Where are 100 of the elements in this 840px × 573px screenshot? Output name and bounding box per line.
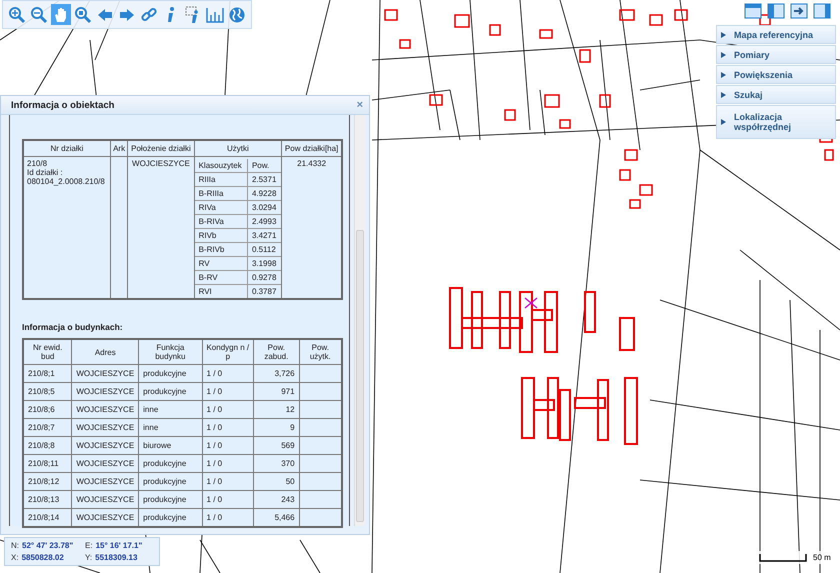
coordinate-label: Y: xyxy=(85,553,92,562)
table-cell: WOJCIESZYCE xyxy=(132,159,190,168)
section-heading: Informacja o budynkach: xyxy=(22,322,124,332)
coordinate-label: X: xyxy=(11,553,19,562)
table-cell: 210/8;6 xyxy=(28,405,55,414)
panel-title: Informacja o obiektach xyxy=(11,100,114,110)
table-cell: RIVa xyxy=(194,200,248,214)
column-header: Użytki xyxy=(194,140,282,156)
table-cell: 1 / 0 xyxy=(206,369,222,378)
magnifier-icon xyxy=(74,6,92,24)
table-cell: WOJCIESZYCE xyxy=(76,495,134,504)
triangle-icon xyxy=(721,32,726,38)
table-cell: 1 / 0 xyxy=(206,441,222,450)
table-cell: 210/8;8 xyxy=(28,441,55,450)
coordinate-value: 5518309.13 xyxy=(95,553,138,562)
coordinate-label: E: xyxy=(85,541,93,550)
side-menu-item[interactable]: Mapa referencyjna xyxy=(716,25,836,44)
table-cell: 569 xyxy=(281,441,295,450)
table-cell: 370 xyxy=(281,459,295,468)
side-menu-item[interactable]: Pomiary xyxy=(716,45,836,64)
parcel-id-label: Id działki : xyxy=(27,168,64,177)
column-header: Położenie działki xyxy=(128,140,194,156)
chain-link-icon xyxy=(140,6,158,24)
column-header: Adres xyxy=(72,339,139,364)
table-cell: RIVb xyxy=(194,228,248,242)
table-cell: inne xyxy=(143,405,158,414)
zoom-box-tool-button[interactable] xyxy=(73,4,93,25)
table-cell: 2.4993 xyxy=(247,214,282,228)
side-menu-item[interactable]: Szukaj xyxy=(716,85,836,104)
table-cell: produkcyjne xyxy=(143,459,186,468)
scrollbar-thumb[interactable] xyxy=(356,230,364,522)
table-cell: 243 xyxy=(281,495,295,504)
column-header: Ark xyxy=(110,140,128,156)
column-header: Klasouzytek xyxy=(194,159,248,172)
table-cell: 5,466 xyxy=(274,513,295,522)
column-header: Nr działki xyxy=(23,140,110,156)
table-cell: 50 xyxy=(286,477,295,486)
side-menu-item[interactable]: Lokalizacja współrzędnej xyxy=(716,105,836,139)
table-cell: 3.1998 xyxy=(247,256,282,270)
table-cell: 0.5112 xyxy=(247,242,282,256)
table-cell: WOJCIESZYCE xyxy=(76,405,134,414)
table-cell: RV xyxy=(194,256,248,270)
column-header: Funkcja budynku xyxy=(138,339,202,364)
zoom-in-tool-button[interactable] xyxy=(7,4,27,25)
scrollbar[interactable] xyxy=(354,115,365,526)
side-menu-item[interactable]: Powiększenia xyxy=(716,65,836,84)
table-cell: WOJCIESZYCE xyxy=(76,477,134,486)
zoom-out-icon xyxy=(30,6,48,24)
table-cell: WOJCIESZYCE xyxy=(76,423,134,432)
table-cell: 3.0294 xyxy=(247,200,282,214)
layout-right-icon[interactable] xyxy=(813,3,831,19)
parcel-id: 080104_2.0008.210/8 xyxy=(27,177,106,186)
table-cell: 1 / 0 xyxy=(206,513,222,522)
table-cell: WOJCIESZYCE xyxy=(76,387,134,396)
table-cell: 1 / 0 xyxy=(206,459,222,468)
table-cell: 1 / 0 xyxy=(206,495,222,504)
layout-left-icon[interactable] xyxy=(767,3,785,19)
coordinate-value: 52° 47' 23.78" xyxy=(22,541,74,550)
column-header: Nr ewid. bud xyxy=(23,339,72,364)
table-cell: B-RIVb xyxy=(194,242,248,256)
table-cell: inne xyxy=(143,423,158,432)
table-cell: 3.4271 xyxy=(247,228,282,242)
triangle-icon xyxy=(721,119,726,125)
table-cell: 1 / 0 xyxy=(206,477,222,486)
zoom-out-tool-button[interactable] xyxy=(29,4,49,25)
ruler-icon xyxy=(206,6,224,24)
table-cell: 210/8;7 xyxy=(28,423,55,432)
table-cell: 210/8;14 xyxy=(28,513,60,522)
table-cell: produkcyjne xyxy=(143,387,186,396)
table-cell: produkcyjne xyxy=(143,477,186,486)
table-cell: RVI xyxy=(194,284,248,298)
table-cell: WOJCIESZYCE xyxy=(76,369,134,378)
table-cell: 1 / 0 xyxy=(206,423,222,432)
pan-tool-button[interactable] xyxy=(51,4,71,25)
scale-bar-icon xyxy=(759,554,807,562)
globe-icon xyxy=(228,6,246,24)
arrow-right-icon[interactable] xyxy=(790,3,808,19)
table-cell: 971 xyxy=(281,387,295,396)
table-cell: RIIIa xyxy=(194,172,248,186)
table-cell: 0.9278 xyxy=(247,270,282,284)
coordinate-value: 15° 16' 17.1" xyxy=(96,541,142,550)
table-cell: produkcyjne xyxy=(143,369,186,378)
column-header: Pow. xyxy=(247,159,282,172)
table-cell: 210/8;12 xyxy=(28,477,60,486)
table-cell: WOJCIESZYCE xyxy=(76,459,134,468)
table-cell: 210/8;5 xyxy=(28,387,55,396)
table-cell: biurowe xyxy=(143,441,172,450)
table-cell: produkcyjne xyxy=(143,513,186,522)
coordinate-value: 5850828.02 xyxy=(22,553,64,562)
table-cell: 210/8;13 xyxy=(28,495,60,504)
zoom-in-icon xyxy=(8,6,26,24)
table-cell: 4.9228 xyxy=(247,186,282,200)
triangle-icon xyxy=(721,92,726,98)
coordinate-label: N: xyxy=(11,541,19,550)
table-cell: WOJCIESZYCE xyxy=(76,441,134,450)
table-cell: WOJCIESZYCE xyxy=(76,513,134,522)
table-cell: 9 xyxy=(290,423,295,432)
table-cell: 3,726 xyxy=(274,369,295,378)
layout-top-icon[interactable] xyxy=(744,3,762,19)
table-cell: produkcyjne xyxy=(143,495,186,504)
